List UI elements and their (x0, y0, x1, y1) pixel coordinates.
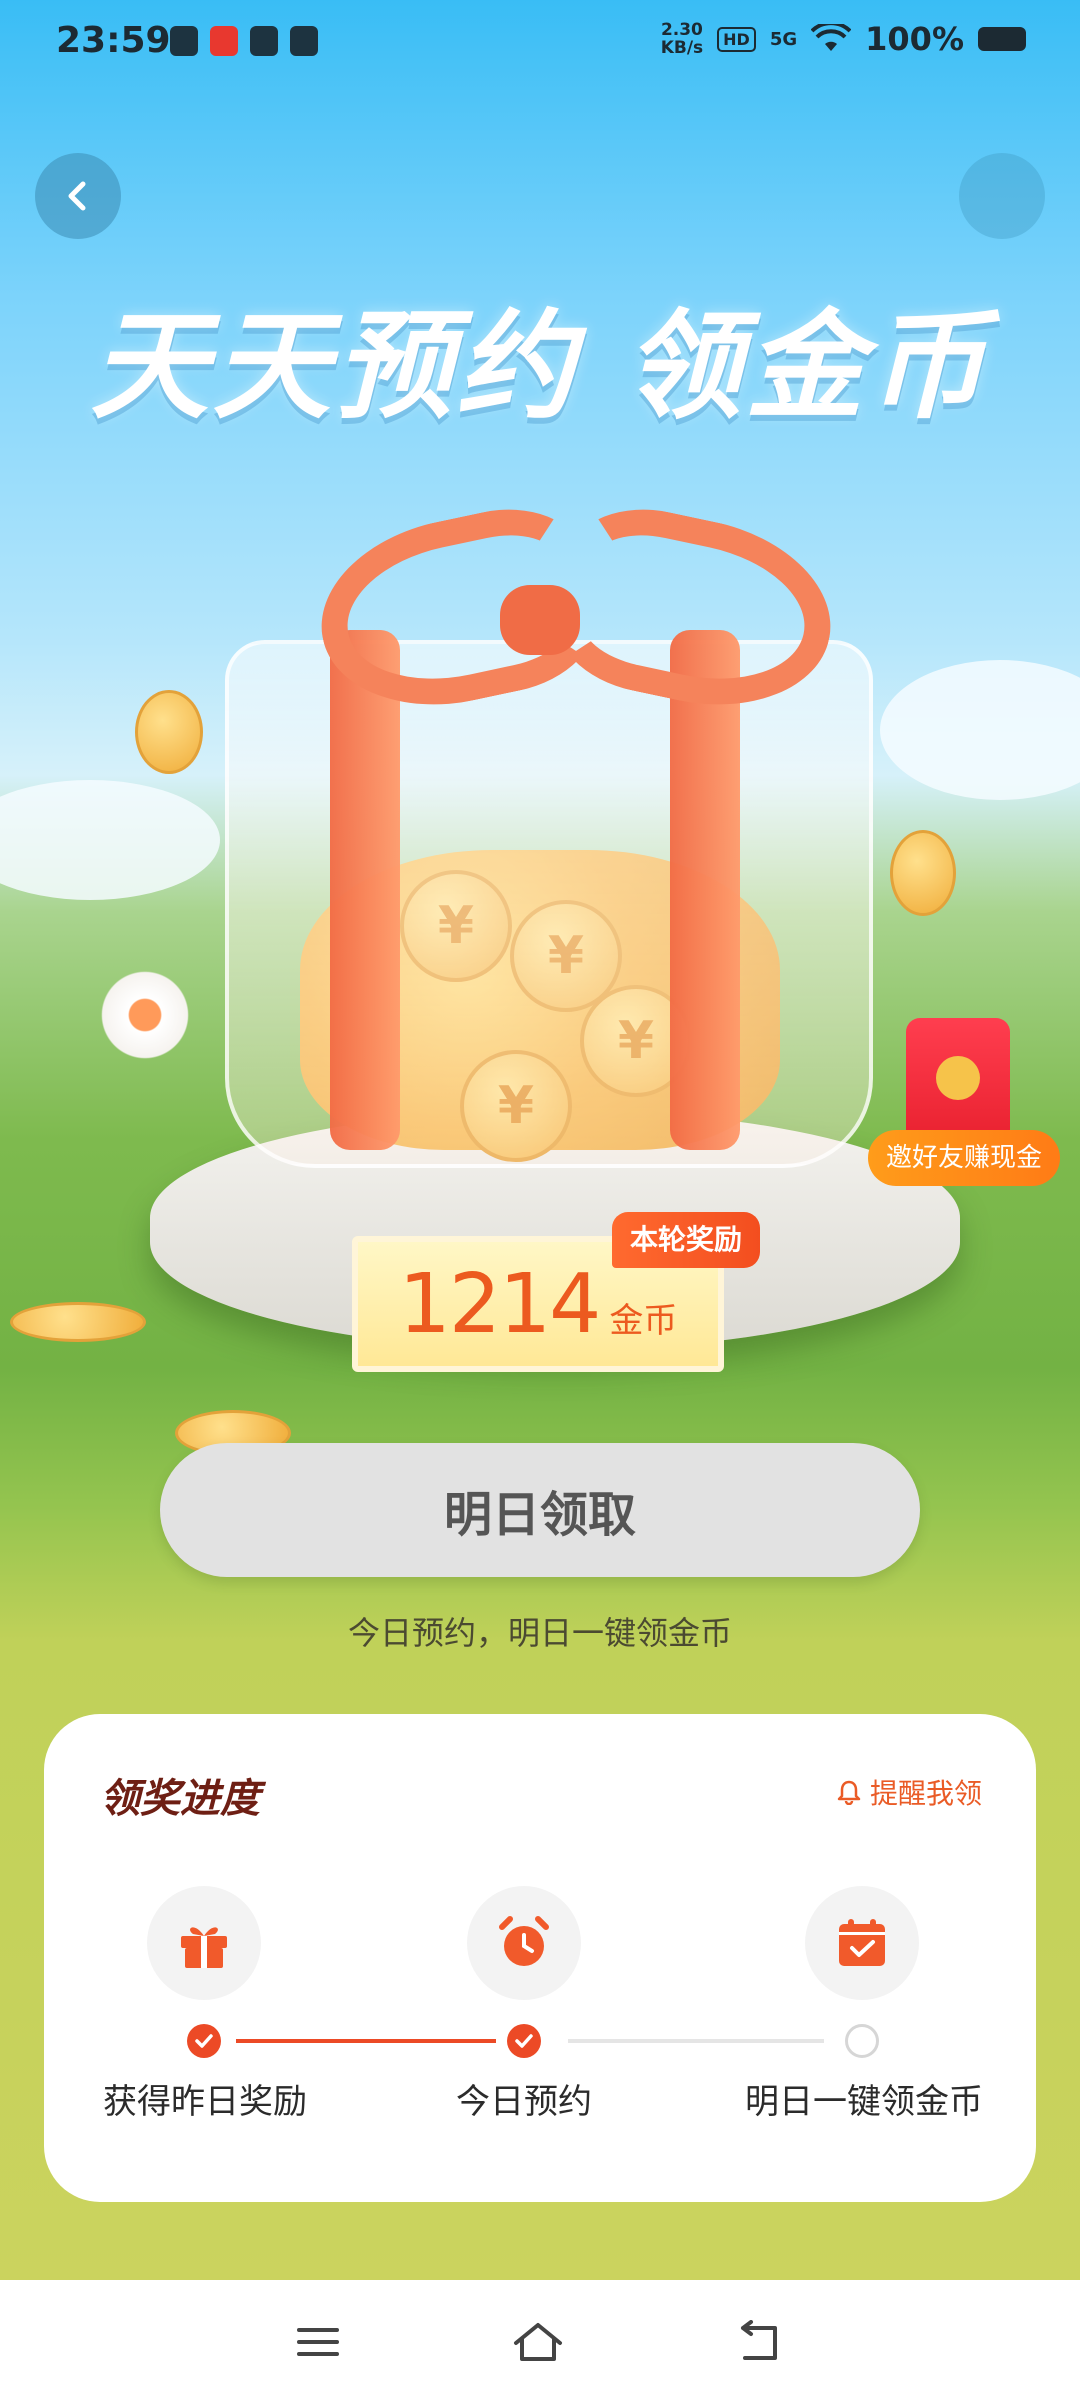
net-speed-text: 2.30 KB/s (660, 20, 704, 58)
flower-illustration (95, 965, 195, 1065)
reward-amount: 1214 (398, 1256, 602, 1352)
progress-line-pending (568, 2039, 824, 2043)
step-done-check (187, 2024, 221, 2058)
reward-tag: 本轮奖励 (612, 1212, 761, 1268)
step-done-check (507, 2024, 541, 2058)
signal-label: 5G (769, 28, 798, 50)
check-icon (195, 2034, 213, 2048)
status-time: 23:59 (56, 20, 171, 61)
status-bar: 23:59 2.30 KB/s HD 5G 100% (0, 0, 1080, 90)
alarm-clock-icon (499, 1916, 549, 1966)
invite-friends-button[interactable]: 邀好友赚现金 (868, 1130, 1061, 1186)
gift-icon (181, 1927, 227, 1968)
chevron-left-icon (68, 181, 86, 211)
step-label: 获得昨日奖励 (103, 2082, 307, 2122)
back-button[interactable] (35, 153, 121, 239)
net-speed: 2.30 KB/s (661, 21, 703, 57)
notification-icon (250, 26, 278, 56)
calendar-check-icon (839, 1919, 885, 1966)
notification-icon (170, 26, 198, 56)
wifi-icon (811, 24, 852, 51)
envelope-seal-icon (936, 1056, 980, 1100)
remind-me-label: 提醒我领 (869, 1777, 982, 1810)
progress-card: 领奖进度 提醒我领 获得昨日奖励 今日预约 明日一键领金币 (44, 1714, 1036, 2202)
red-envelope-icon[interactable] (906, 1018, 1010, 1146)
bow-knot-illustration (500, 585, 580, 655)
coin-icon (10, 1302, 146, 1342)
step-icon-calendar (805, 1886, 919, 2000)
claim-hint: 今日预约，明日一键领金币 (347, 1614, 732, 1652)
coin-icon (890, 830, 956, 916)
status-right: 2.30 KB/s HD 5G 100% (661, 20, 1026, 58)
page-headline: 天天预约 领金币 (90, 297, 990, 435)
step-icon-gift (147, 1886, 261, 2000)
step-icon-alarm (467, 1886, 581, 2000)
cloud (0, 780, 220, 900)
check-icon (515, 2034, 533, 2048)
notification-icon (290, 26, 318, 56)
step-pending-circle (845, 2024, 879, 2058)
cloud (880, 660, 1080, 800)
share-button[interactable] (959, 153, 1045, 239)
battery-icon (978, 27, 1026, 51)
glass-jar-illustration (225, 640, 873, 1168)
step-label: 今日预约 (456, 2082, 592, 2122)
progress-title: 领奖进度 (100, 1776, 260, 1822)
remind-me-button[interactable]: 提醒我领 (836, 1772, 982, 1812)
system-nav-bar (0, 2280, 1080, 2404)
menu-icon[interactable] (295, 2322, 341, 2362)
ribbon-illustration (330, 630, 400, 1150)
reward-unit: 金币 (609, 1300, 678, 1341)
coin-icon (135, 690, 203, 774)
video-app-icon (210, 26, 238, 56)
hd-badge: HD (717, 26, 756, 52)
bell-icon (837, 1780, 861, 1805)
back-nav-icon[interactable] (735, 2320, 785, 2364)
progress-line-done (236, 2039, 496, 2043)
home-icon[interactable] (510, 2319, 566, 2365)
step-label: 明日一键领金币 (745, 2082, 983, 2122)
claim-tomorrow-button[interactable]: 明日领取 (160, 1443, 920, 1577)
battery-percent: 100% (865, 20, 964, 58)
notification-icons (170, 26, 318, 56)
ribbon-illustration (670, 630, 740, 1150)
